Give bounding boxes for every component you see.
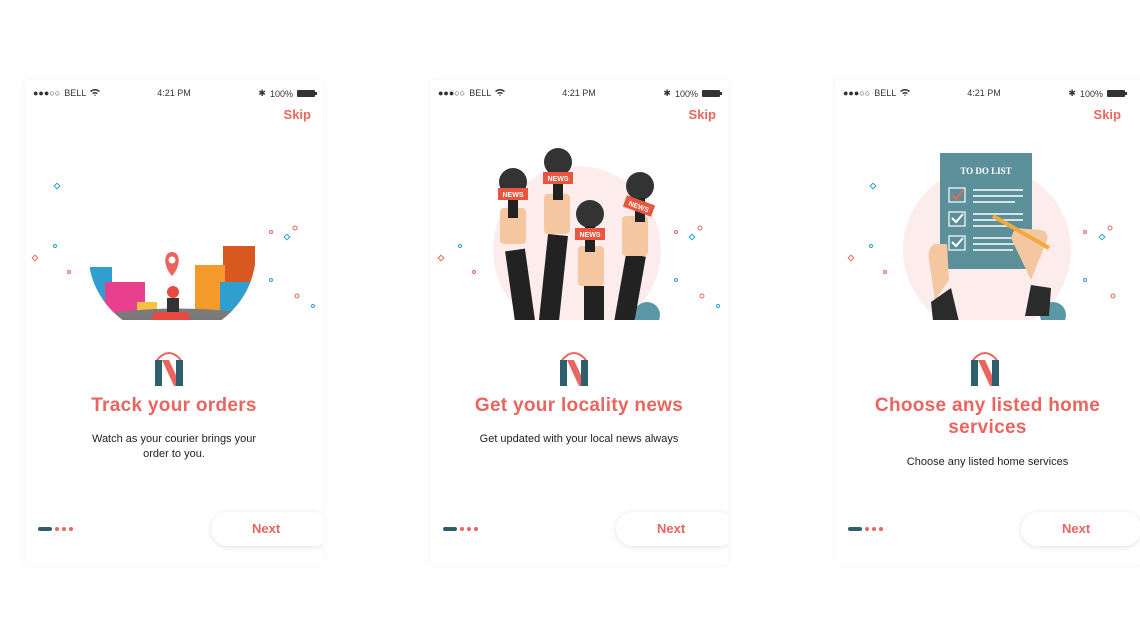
battery-percent: 100% — [674, 88, 698, 99]
todo-card-title: TO DO LIST — [960, 166, 1011, 176]
next-button[interactable]: Next — [1021, 512, 1140, 546]
battery-percent: 100% — [269, 88, 293, 99]
page-indicator-active — [443, 527, 457, 531]
page-indicator-dot — [55, 527, 59, 531]
page-indicator-dot — [62, 527, 66, 531]
battery-icon — [1107, 90, 1127, 97]
app-logo-icon — [971, 352, 999, 386]
page-indicator-dot — [872, 527, 876, 531]
app-logo-icon — [560, 352, 588, 386]
page-indicator-dot — [474, 527, 478, 531]
battery-icon — [702, 90, 722, 97]
page-indicator-active — [38, 527, 52, 531]
bluetooth-icon: ✱ — [663, 88, 671, 98]
screen-title: Choose any listed home services — [874, 395, 1101, 438]
screen-description: Watch as your courier brings your order … — [91, 433, 257, 460]
page-indicator-dot — [879, 527, 883, 531]
battery-icon — [297, 90, 317, 97]
bluetooth-icon: ✱ — [258, 88, 266, 98]
screen-title: Track your orders — [91, 395, 257, 416]
status-bar: ●●●○○ BELL 4:21 PM ✱ 100% — [430, 80, 728, 104]
screen-description: Get updated with your local news always — [479, 433, 679, 445]
page-indicator — [443, 527, 478, 531]
onboarding-screen-track-orders: ●●●○○ BELL 4:21 PM ✱ 100% Skip Track you… — [25, 80, 323, 564]
page-indicator — [38, 527, 73, 531]
onboarding-screen-home-services: ●●●○○ BELL 4:21 PM ✱ 100% Skip TO DO LIS… — [835, 80, 1140, 564]
page-indicator-active — [848, 527, 862, 531]
next-button[interactable]: Next — [616, 512, 728, 546]
bluetooth-icon: ✱ — [1068, 88, 1076, 98]
mic-label: NEWS — [548, 176, 569, 183]
screen-description: Choose any listed home services — [906, 456, 1069, 468]
status-bar: ●●●○○ BELL 4:21 PM ✱ 100% — [25, 80, 323, 104]
courier-scooter-city-illustration — [31, 168, 315, 320]
news-microphones-illustration: NEWS NEWS NEWS NEWS — [437, 148, 720, 320]
page-indicator-dot — [69, 527, 73, 531]
mic-label: NEWS — [580, 232, 601, 239]
status-bar: ●●●○○ BELL 4:21 PM ✱ 100% — [835, 80, 1133, 104]
app-logo-icon — [155, 352, 183, 386]
mic-label: NEWS — [503, 192, 524, 199]
battery-percent: 100% — [1079, 88, 1103, 99]
page-indicator-dot — [865, 527, 869, 531]
page-indicator-dot — [467, 527, 471, 531]
next-button[interactable]: Next — [211, 512, 323, 546]
page-indicator-dot — [460, 527, 464, 531]
screen-title: Get your locality news — [474, 395, 684, 416]
page-indicator — [848, 527, 883, 531]
onboarding-screen-locality-news: ●●●○○ BELL 4:21 PM ✱ 100% Skip NEWS NEWS… — [430, 80, 728, 564]
todo-list-illustration: TO DO LIST — [847, 153, 1116, 320]
